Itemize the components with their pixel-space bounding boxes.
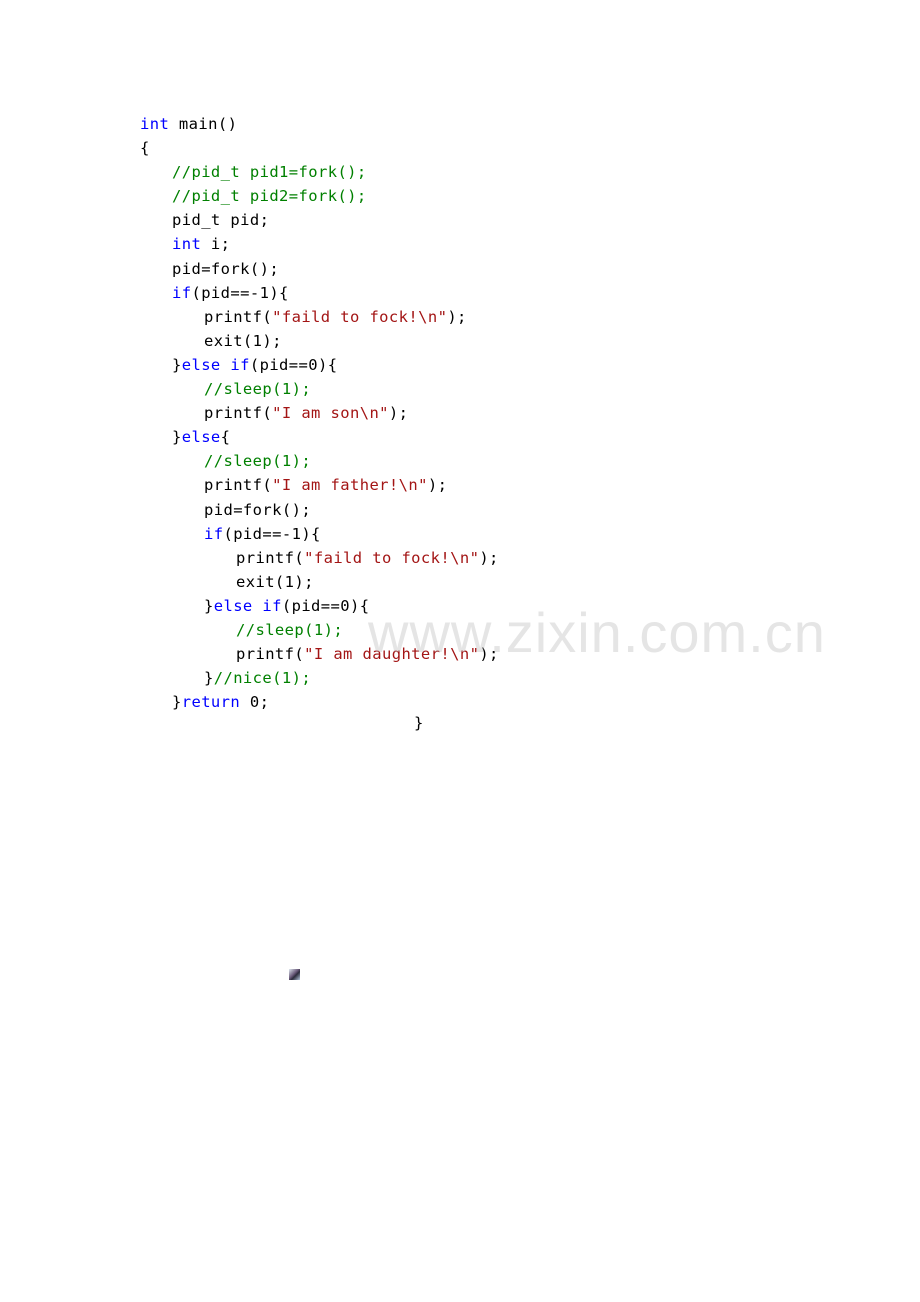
code-token: exit(1); (204, 331, 282, 350)
code-line: int main() (140, 112, 499, 136)
code-token: i; (201, 235, 231, 254)
code-token: return (181, 693, 241, 712)
code-token: int (140, 115, 170, 133)
code-line: }//nice(1); (140, 666, 499, 690)
code-token: //pid_t pid2=fork(); (172, 187, 367, 206)
code-token: //nice(1); (213, 669, 312, 688)
code-token: ); (388, 404, 409, 423)
code-token: } (172, 355, 182, 374)
code-line: printf("faild to fock!\n"); (140, 546, 499, 570)
code-token: pid_t pid; (172, 211, 270, 230)
code-line: printf("faild to fock!\n"); (140, 305, 499, 329)
code-line: exit(1); (140, 329, 499, 353)
code-line: { (140, 136, 499, 160)
code-token: "I am son\n" (272, 404, 389, 423)
code-token: (pid==-1){ (191, 283, 289, 302)
code-line: //pid_t pid2=fork(); (140, 184, 499, 208)
code-token: } (172, 428, 182, 447)
code-token: //sleep(1); (236, 620, 344, 639)
code-token: "I am father!\n" (272, 476, 428, 495)
code-token: ); (479, 548, 499, 567)
code-token: printf( (204, 476, 273, 495)
code-token: //pid_t pid1=fork(); (172, 163, 367, 182)
code-token: printf( (204, 404, 273, 423)
code-token: if (172, 283, 192, 302)
code-token: } (204, 669, 214, 688)
code-token: else if (213, 596, 282, 615)
code-token: 0; (240, 693, 270, 712)
code-token: (pid==-1){ (223, 524, 321, 543)
code-token: exit(1); (236, 572, 314, 591)
code-token: else (181, 428, 221, 447)
code-line: if(pid==-1){ (140, 281, 499, 305)
code-token: //sleep(1); (204, 452, 312, 471)
image-thumbnail-icon (289, 969, 300, 980)
code-line: pid=fork(); (140, 498, 499, 522)
code-token: pid=fork(); (204, 500, 312, 519)
watermark: www.zixin.com.cn (368, 601, 826, 664)
code-token: "faild to fock!\n" (272, 307, 448, 326)
code-line: if(pid==-1){ (140, 522, 499, 546)
code-line: }return 0; (140, 690, 499, 714)
code-token: main() (169, 115, 238, 133)
code-line: printf("I am son\n"); (140, 401, 499, 425)
code-token: pid=fork(); (172, 259, 280, 278)
code-token: printf( (236, 645, 305, 664)
code-token: } (172, 693, 182, 712)
code-token: (pid==0){ (249, 355, 338, 374)
code-token: int (172, 235, 202, 254)
code-token: { (140, 139, 150, 158)
code-token: //sleep(1); (204, 380, 312, 399)
code-token: ); (427, 476, 448, 495)
code-token: { (220, 428, 231, 447)
code-token: (pid==0){ (281, 596, 370, 615)
code-token: if (204, 524, 224, 543)
code-token: ); (447, 307, 467, 326)
code-token: printf( (236, 548, 305, 567)
code-line: }else{ (140, 425, 499, 449)
code-line: pid=fork(); (140, 257, 499, 281)
code-line: printf("I am father!\n"); (140, 473, 499, 497)
code-token: } (204, 596, 214, 615)
code-token: printf( (204, 307, 273, 326)
code-line: pid_t pid; (140, 208, 499, 232)
code-line: //sleep(1); (140, 449, 499, 473)
code-line: int i; (140, 232, 499, 256)
code-token: "faild to fock!\n" (304, 548, 480, 567)
closing-brace: } (414, 714, 424, 732)
code-token: else if (181, 355, 250, 374)
code-line: exit(1); (140, 570, 499, 594)
code-line: //pid_t pid1=fork(); (140, 160, 499, 184)
code-line: //sleep(1); (140, 377, 499, 401)
code-line: }else if(pid==0){ (140, 353, 499, 377)
